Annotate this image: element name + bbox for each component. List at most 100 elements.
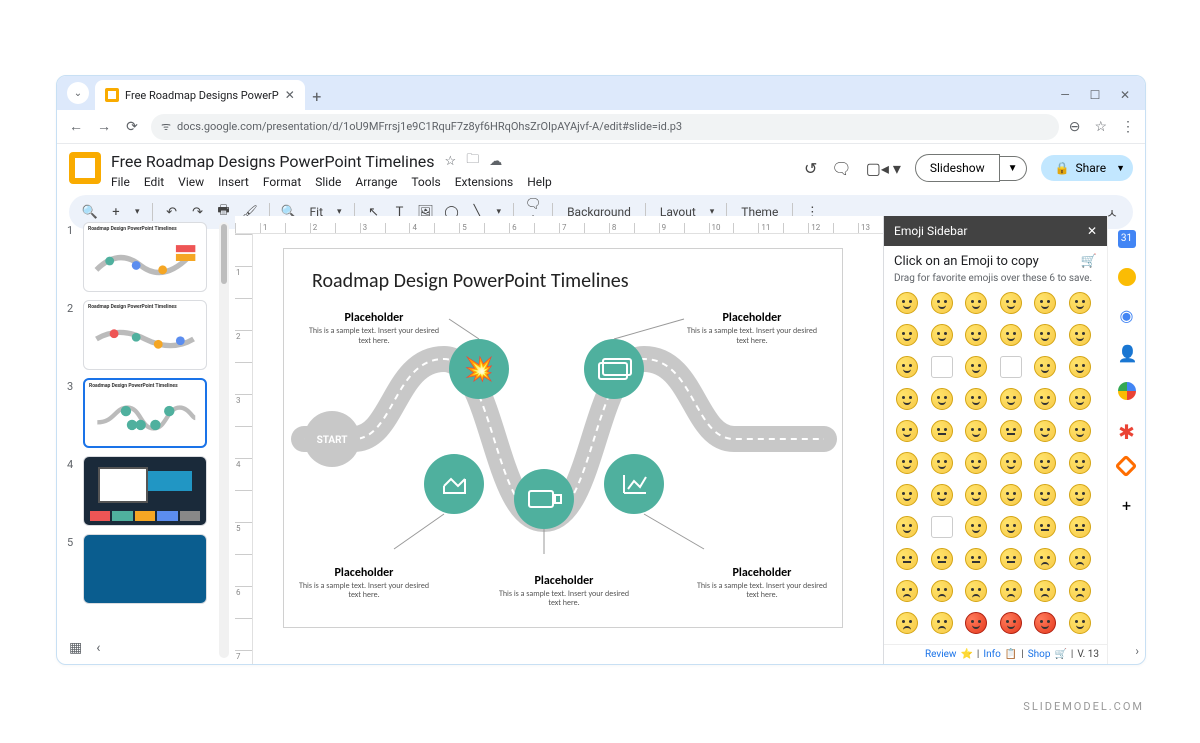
- footer-info[interactable]: Info: [983, 649, 1000, 660]
- emoji-item[interactable]: [998, 290, 1024, 316]
- emoji-item[interactable]: [1032, 482, 1058, 508]
- comments-icon[interactable]: 🗨: [831, 159, 851, 178]
- tasks-icon[interactable]: ◉: [1118, 306, 1136, 324]
- emoji-item[interactable]: [1032, 386, 1058, 412]
- emoji-item[interactable]: [929, 322, 955, 348]
- slide-thumbnail-5[interactable]: [83, 534, 207, 604]
- emoji-item[interactable]: [1032, 578, 1058, 604]
- emoji-item[interactable]: [929, 482, 955, 508]
- emoji-item[interactable]: [963, 610, 989, 636]
- slides-logo-icon[interactable]: [69, 152, 101, 184]
- url-input[interactable]: ᯤ docs.google.com/presentation/d/1oU9MFr…: [151, 114, 1059, 140]
- emoji-item[interactable]: [1067, 482, 1093, 508]
- emoji-item[interactable]: [929, 514, 955, 540]
- menu-slide[interactable]: Slide: [315, 175, 341, 189]
- emoji-item[interactable]: [929, 610, 955, 636]
- emoji-item[interactable]: [963, 546, 989, 572]
- thumbnail-scrollbar[interactable]: [219, 222, 229, 658]
- slide-thumbnail-1[interactable]: Roadmap Design PowerPoint Timelines: [83, 222, 207, 292]
- emoji-item[interactable]: [998, 354, 1024, 380]
- emoji-item[interactable]: [929, 290, 955, 316]
- emoji-item[interactable]: [998, 482, 1024, 508]
- menu-tools[interactable]: Tools: [411, 175, 440, 189]
- emoji-item[interactable]: [929, 386, 955, 412]
- emoji-item[interactable]: [894, 290, 920, 316]
- emoji-item[interactable]: [1067, 450, 1093, 476]
- emoji-item[interactable]: [1032, 354, 1058, 380]
- addon-star-icon[interactable]: ✱: [1118, 420, 1136, 438]
- emoji-item[interactable]: [998, 418, 1024, 444]
- emoji-item[interactable]: [963, 514, 989, 540]
- emoji-item[interactable]: [1067, 354, 1093, 380]
- emoji-item[interactable]: [963, 418, 989, 444]
- emoji-item[interactable]: [1067, 610, 1093, 636]
- menu-view[interactable]: View: [178, 175, 204, 189]
- emoji-item[interactable]: [998, 514, 1024, 540]
- emoji-item[interactable]: [1067, 386, 1093, 412]
- slide-content[interactable]: Roadmap Design PowerPoint Timelines STAR…: [283, 248, 843, 628]
- star-icon[interactable]: ☆: [445, 154, 457, 169]
- emoji-item[interactable]: [894, 418, 920, 444]
- emoji-item[interactable]: [894, 322, 920, 348]
- history-icon[interactable]: ↺: [804, 159, 817, 178]
- document-title[interactable]: Free Roadmap Designs PowerPoint Timeline…: [111, 152, 435, 171]
- slide-canvas[interactable]: Roadmap Design PowerPoint Timelines STAR…: [253, 234, 883, 664]
- emoji-item[interactable]: [998, 450, 1024, 476]
- emoji-item[interactable]: [894, 514, 920, 540]
- minimize-button[interactable]: —: [1059, 88, 1071, 102]
- emoji-item[interactable]: [963, 386, 989, 412]
- emoji-item[interactable]: [929, 354, 955, 380]
- emoji-item[interactable]: [1032, 450, 1058, 476]
- browser-tab[interactable]: Free Roadmap Designs PowerP ✕: [95, 80, 305, 110]
- menu-arrange[interactable]: Arrange: [355, 175, 397, 189]
- bookmark-icon[interactable]: ☆: [1094, 119, 1107, 135]
- emoji-item[interactable]: [1067, 290, 1093, 316]
- menu-format[interactable]: Format: [263, 175, 301, 189]
- move-icon[interactable]: 🗀: [466, 150, 479, 172]
- emoji-item[interactable]: [1032, 514, 1058, 540]
- emoji-item[interactable]: [894, 386, 920, 412]
- close-tab-icon[interactable]: ✕: [285, 88, 295, 102]
- emoji-item[interactable]: [929, 546, 955, 572]
- slideshow-dropdown[interactable]: ▼: [1000, 156, 1027, 181]
- emoji-item[interactable]: [1067, 514, 1093, 540]
- menu-extensions[interactable]: Extensions: [455, 175, 513, 189]
- hide-sidepanel-icon[interactable]: ›: [1135, 644, 1139, 658]
- emoji-item[interactable]: [929, 450, 955, 476]
- emoji-item[interactable]: [1067, 418, 1093, 444]
- emoji-item[interactable]: [894, 482, 920, 508]
- calendar-icon[interactable]: 31: [1118, 230, 1136, 248]
- close-sidebar-icon[interactable]: ✕: [1087, 224, 1097, 238]
- emoji-item[interactable]: [1032, 418, 1058, 444]
- emoji-item[interactable]: [894, 610, 920, 636]
- share-dropdown-icon[interactable]: ▼: [1112, 163, 1125, 174]
- site-info-icon[interactable]: ᯤ: [161, 119, 171, 134]
- addon-icon[interactable]: [1118, 458, 1136, 476]
- maximize-button[interactable]: ☐: [1089, 88, 1101, 102]
- forward-button[interactable]: →: [95, 118, 113, 135]
- emoji-item[interactable]: [1032, 290, 1058, 316]
- reload-button[interactable]: ⟳: [123, 119, 141, 135]
- emoji-item[interactable]: [894, 354, 920, 380]
- slide-thumbnail-3[interactable]: Roadmap Design PowerPoint Timelines: [83, 378, 207, 448]
- emoji-item[interactable]: [998, 610, 1024, 636]
- emoji-item[interactable]: [894, 546, 920, 572]
- slideshow-button[interactable]: Slideshow: [915, 154, 1000, 182]
- close-window-button[interactable]: ✕: [1119, 88, 1131, 102]
- share-button[interactable]: 🔒 Share ▼: [1041, 155, 1133, 181]
- emoji-item[interactable]: [894, 578, 920, 604]
- emoji-item[interactable]: [963, 290, 989, 316]
- emoji-item[interactable]: [963, 322, 989, 348]
- emoji-item[interactable]: [963, 450, 989, 476]
- menu-file[interactable]: File: [111, 175, 130, 189]
- cart-icon[interactable]: 🛒: [1081, 254, 1097, 269]
- browser-menu-icon[interactable]: ⋮: [1121, 119, 1135, 135]
- emoji-item[interactable]: [1067, 546, 1093, 572]
- grid-view-icon[interactable]: ▦: [69, 640, 82, 656]
- keep-icon[interactable]: [1118, 268, 1136, 286]
- emoji-item[interactable]: [1067, 322, 1093, 348]
- emoji-item[interactable]: [929, 418, 955, 444]
- slide-thumbnail-2[interactable]: Roadmap Design PowerPoint Timelines: [83, 300, 207, 370]
- get-addons-icon[interactable]: +: [1118, 496, 1136, 514]
- emoji-item[interactable]: [963, 578, 989, 604]
